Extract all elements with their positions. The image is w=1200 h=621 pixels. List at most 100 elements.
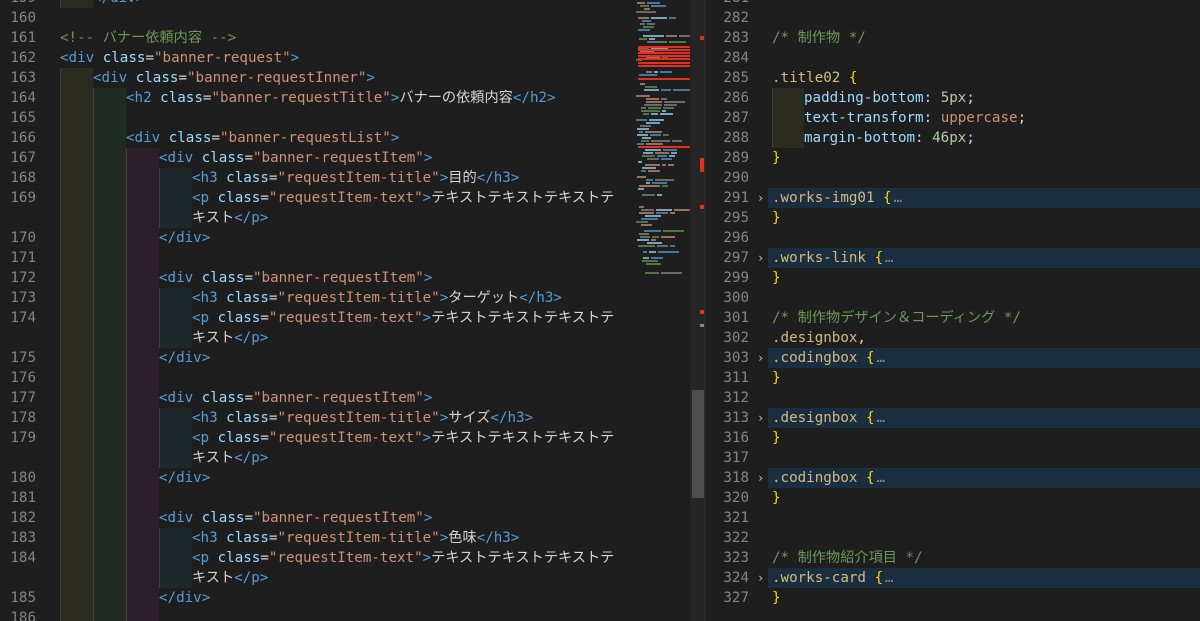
- indent-guide: [60, 568, 61, 588]
- code-line[interactable]: margin-bottom: 46px;: [804, 128, 975, 148]
- line-number: 183: [10, 530, 36, 546]
- indent-guide: [60, 108, 61, 128]
- fold-chevron-icon[interactable]: ›: [757, 248, 764, 268]
- code-line[interactable]: .works-card {…: [772, 568, 894, 588]
- code-line[interactable]: .codingbox {…: [772, 348, 885, 368]
- code-line[interactable]: text-transform: uppercase;: [804, 108, 1026, 128]
- code-line[interactable]: <h3 class="requestItem-title">ターゲット</h3>: [192, 288, 562, 308]
- code-line[interactable]: <div class="banner-requestItem">: [159, 388, 432, 408]
- code-line[interactable]: <div class="banner-request">: [60, 48, 299, 68]
- indent-guide-band: [60, 568, 93, 588]
- code-line[interactable]: </div>: [159, 348, 210, 368]
- fold-chevron-icon[interactable]: ›: [757, 568, 764, 588]
- minimap-line: [637, 176, 646, 178]
- code-line[interactable]: <p class="requestItem-text">テキストテキストテキスト…: [192, 548, 614, 568]
- code-line[interactable]: .codingbox {…: [772, 468, 885, 488]
- code-line[interactable]: <h3 class="requestItem-title">色味</h3>: [192, 528, 519, 548]
- code-line[interactable]: }: [772, 268, 781, 288]
- code-line[interactable]: キスト</p>: [192, 448, 268, 468]
- code-line[interactable]: <div class="banner-requestList">: [126, 128, 399, 148]
- indent-guide-band: [60, 548, 93, 568]
- minimap-line: [643, 257, 649, 259]
- code-line[interactable]: /* 制作物紹介項目 */: [772, 548, 923, 568]
- code-line[interactable]: <p class="requestItem-text">テキストテキストテキスト…: [192, 428, 614, 448]
- code-line[interactable]: <h3 class="requestItem-title">サイズ</h3>: [192, 408, 533, 428]
- code-line[interactable]: .works-img01 {…: [772, 188, 902, 208]
- code-line[interactable]: padding-bottom: 5px;: [804, 88, 975, 108]
- html-editor-pane[interactable]: 159 160 161 162 163 164 165 166 167 168 169 170 171 1…: [0, 0, 704, 621]
- code-token-brace: }: [772, 370, 781, 386]
- code-line[interactable]: <h2 class="banner-requestTitle">バナーの依頼内容…: [126, 88, 556, 108]
- code-line[interactable]: <p class="requestItem-text">テキストテキストテキスト…: [192, 188, 614, 208]
- line-number: 290: [723, 170, 749, 186]
- folded-ellipsis[interactable]: …: [877, 350, 886, 366]
- code-token-string: "requestItem-title": [277, 410, 440, 426]
- indent-guide: [126, 428, 127, 448]
- code-token-tag: >: [422, 550, 432, 566]
- code-line[interactable]: }: [772, 428, 781, 448]
- code-token-attr: class: [217, 310, 261, 326]
- code-line[interactable]: }: [772, 148, 781, 168]
- code-line[interactable]: </div>: [159, 228, 210, 248]
- indent-guide: [60, 0, 61, 8]
- line-number: 311: [723, 370, 749, 386]
- code-line[interactable]: <div class="banner-requestItem">: [159, 268, 432, 288]
- code-line[interactable]: }: [772, 488, 781, 508]
- minimap-line: [661, 236, 675, 238]
- code-line[interactable]: キスト</p>: [192, 568, 268, 588]
- code-line[interactable]: </div>: [159, 468, 210, 488]
- minimap[interactable]: [632, 0, 696, 621]
- minimap-line: [643, 113, 649, 115]
- code-line[interactable]: .designbox {…: [772, 408, 885, 428]
- scrollbar-thumb[interactable]: [692, 390, 704, 498]
- code-token-tag: <h3: [192, 290, 227, 306]
- css-editor-pane[interactable]: 281 282 283 284 285 286 287 288 289 290 291 295 296 2…: [706, 0, 1200, 621]
- line-number: 168: [10, 170, 36, 186]
- indent-guide: [93, 548, 94, 568]
- indent-guide: [60, 408, 61, 428]
- code-line[interactable]: </div>: [93, 0, 144, 8]
- fold-chevron-icon[interactable]: ›: [757, 188, 764, 208]
- folded-ellipsis[interactable]: …: [885, 570, 894, 586]
- indent-guide-band: [60, 248, 93, 268]
- code-line[interactable]: /* 制作物デザイン＆コーディング */: [772, 308, 1021, 328]
- code-line[interactable]: <p class="requestItem-text">テキストテキストテキスト…: [192, 308, 614, 328]
- code-line[interactable]: }: [772, 368, 781, 388]
- code-token-tag: </h2>: [512, 90, 556, 106]
- code-line[interactable]: }: [772, 588, 781, 608]
- indent-guide: [159, 188, 160, 208]
- code-line[interactable]: </div>: [159, 588, 210, 608]
- line-number: 181: [10, 490, 36, 506]
- code-line[interactable]: <div class="banner-requestInner">: [93, 68, 375, 88]
- fold-chevron-icon[interactable]: ›: [757, 348, 764, 368]
- line-number: 171: [10, 250, 36, 266]
- code-token-brace: }: [772, 590, 781, 606]
- code-token-attr: class: [102, 50, 146, 66]
- indent-guide-band: [60, 268, 93, 288]
- code-line[interactable]: キスト</p>: [192, 328, 268, 348]
- code-line[interactable]: .works-link {…: [772, 248, 894, 268]
- folded-ellipsis[interactable]: …: [885, 250, 894, 266]
- code-line[interactable]: <div class="banner-requestItem">: [159, 508, 432, 528]
- folded-ellipsis[interactable]: …: [894, 190, 903, 206]
- code-line[interactable]: .title02 {: [772, 68, 857, 88]
- folded-ellipsis[interactable]: …: [877, 410, 886, 426]
- code-line[interactable]: <div class="banner-requestItem">: [159, 148, 432, 168]
- minimap-line: [646, 122, 660, 124]
- code-token-tag: <div: [159, 270, 202, 286]
- code-line[interactable]: /* 制作物 */: [772, 28, 866, 48]
- code-line[interactable]: <!-- バナー依頼内容 -->: [60, 28, 236, 48]
- code-token-comment: /* 制作物 */: [772, 30, 866, 46]
- code-line[interactable]: }: [772, 208, 781, 228]
- line-number: 164: [10, 90, 36, 106]
- code-line[interactable]: .designbox,: [772, 328, 866, 348]
- minimap-line: [672, 140, 682, 142]
- minimap-line: [636, 221, 648, 223]
- folded-ellipsis[interactable]: …: [877, 470, 886, 486]
- fold-chevron-icon[interactable]: ›: [757, 468, 764, 488]
- code-line[interactable]: キスト</p>: [192, 208, 268, 228]
- fold-chevron-icon[interactable]: ›: [757, 408, 764, 428]
- indent-guide: [93, 188, 94, 208]
- code-line[interactable]: <h3 class="requestItem-title">目的</h3>: [192, 168, 519, 188]
- line-number: 287: [723, 110, 749, 126]
